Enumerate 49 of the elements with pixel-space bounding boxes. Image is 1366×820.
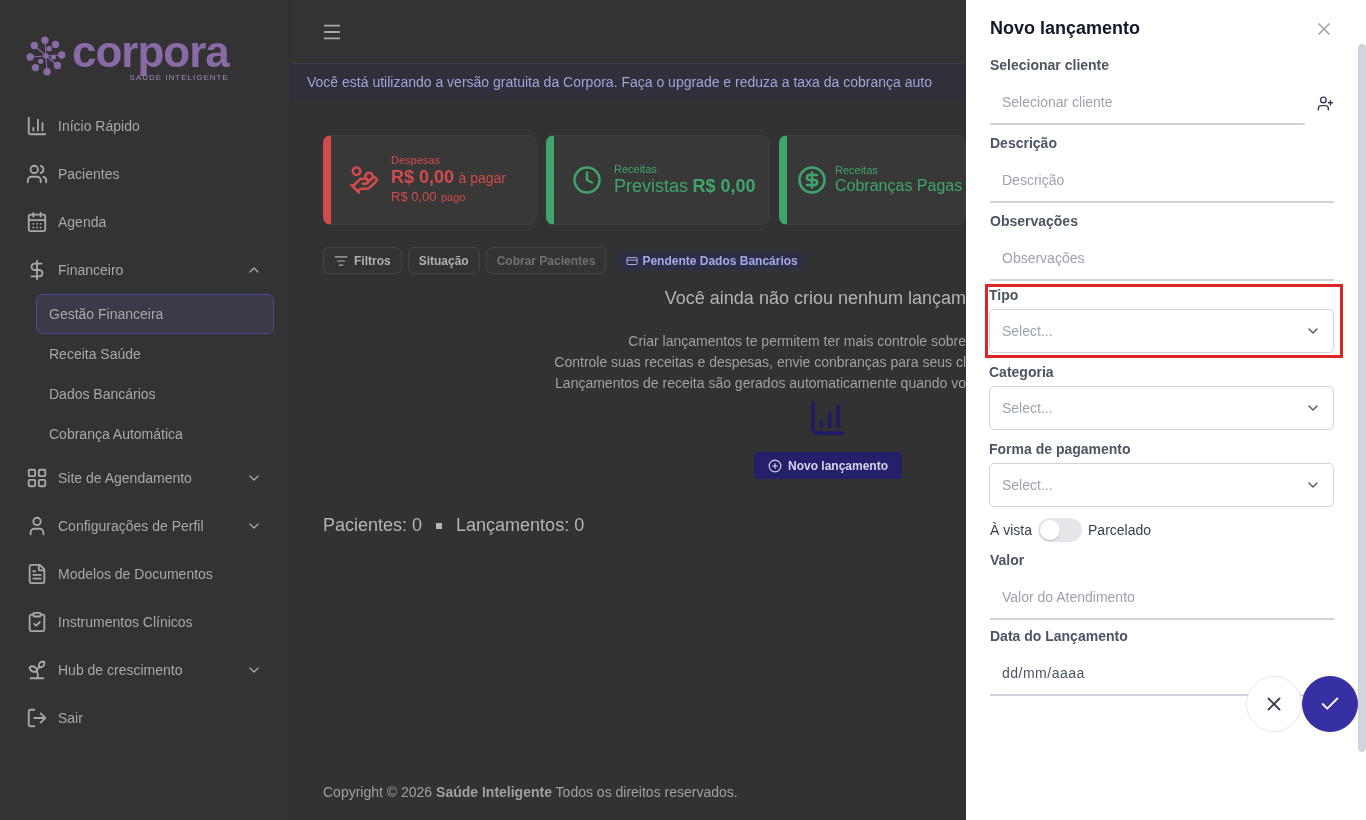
sidebar-item[interactable]: Agenda [26,198,274,246]
card-suffix: à pagar [458,169,506,186]
logo-tagline: SAÚDE INTELIGENTE [129,74,229,82]
card-text: Cobranças Pagas [835,177,963,195]
card-label: Despesas [391,154,441,167]
card-label: Receitas [614,163,658,176]
filter-button[interactable]: Filtros [323,247,402,274]
empty-text: Criar lançamentos te permitem ter mais controle sobre [628,332,966,351]
sidebar-item[interactable]: Hub de crescimento [26,646,274,694]
switch-label: Parcelado [1088,522,1152,538]
new-entry-button[interactable]: Novo lançamento [754,452,902,479]
sidebar-item[interactable]: Site de Agendamento [26,454,274,502]
drawer-title: Novo lançamento [990,18,1141,39]
field-label: Observações [990,213,1079,229]
copyright-text: Copyright © 2026 Saúde Inteligente Todos os direitos reservados. [323,784,739,800]
card-amount: R$ 0,00 [391,166,455,187]
field-label: Tipo [989,287,1020,303]
field-label: Data do Lançamento [990,628,1129,644]
stat-text: Lançamentos: 0 [456,515,585,536]
empty-title: Você ainda não criou nenhum lançam [664,288,966,309]
empty-text: Controle suas receitas e despesas, envie conbranças para seus cl [554,353,966,372]
card-label: Receitas [835,164,879,178]
card-text: Previstas [614,175,689,196]
sidebar-item[interactable]: Modelos de Documentos [26,550,274,598]
field-label: Forma de pagamento [989,441,1132,457]
sidebar-item[interactable]: Início Rápido [26,102,274,150]
card-amount: R$ 0,00 [692,175,756,196]
sidebar-subitem[interactable]: Cobrança Automática [36,414,274,454]
status-badge: Pendente Dados Bancários [618,251,806,270]
card-sub-amount: R$ 0,00 [391,189,437,205]
field-label: Categoria [989,364,1055,380]
field-label: Selecionar cliente [990,57,1111,73]
upgrade-banner: Você está utilizando a versão gratuita da Corpora. Faça o upgrade e reduza a taxa da cobrança auto [291,64,966,100]
stat-text: Pacientes: 0 [323,515,423,536]
sidebar-item[interactable]: Configurações de Perfil [26,502,274,550]
card-sub-suffix: pago [441,191,466,204]
sidebar-item[interactable]: Sair [26,694,274,742]
sidebar-subitem[interactable]: Dados Bancários [36,374,274,414]
logo-name: corpora [72,30,229,74]
toolbar-button[interactable]: Situação [407,247,480,274]
switch-label: À vista [990,522,1032,538]
sidebar-item[interactable]: Financeiro [26,246,274,294]
empty-text: Lançamentos de receita são gerados automaticamente quando vo [555,374,966,393]
sidebar-item[interactable]: Pacientes [26,150,274,198]
sidebar-item[interactable]: Instrumentos Clínicos [26,598,274,646]
field-label: Descrição [990,135,1058,151]
sidebar-subitem[interactable]: Receita Saúde [36,334,274,374]
field-label: Valor [990,552,1026,568]
sidebar-subitem[interactable]: Gestão Financeira [36,294,274,334]
